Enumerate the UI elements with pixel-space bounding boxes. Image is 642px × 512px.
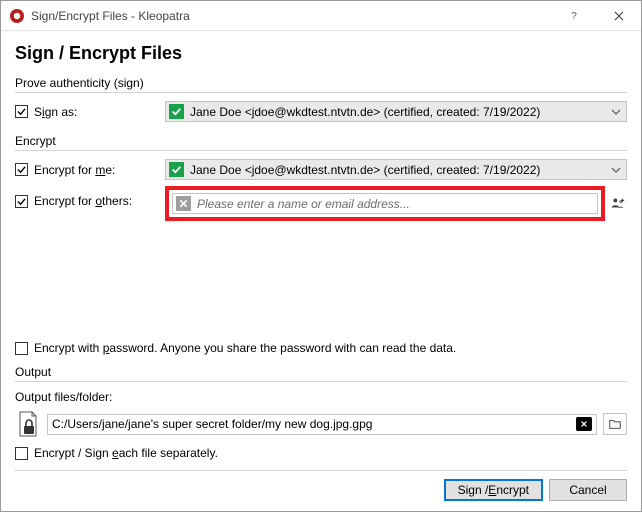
- dialog-footer: Sign / Encrypt Cancel: [15, 479, 627, 505]
- encrypt-others-input[interactable]: Please enter a name or email address...: [172, 193, 598, 214]
- separator: [15, 470, 627, 471]
- each-file-row: Encrypt / Sign each file separately.: [15, 446, 627, 460]
- encrypt-me-row: Encrypt for me: Jane Doe <jdoe@wkdtest.n…: [15, 159, 627, 180]
- output-row: C:/Users/jane/jane's super secret folder…: [15, 410, 627, 438]
- output-path-label: Output files/folder:: [15, 390, 627, 404]
- titlebar: Sign/Encrypt Files - Kleopatra ?: [1, 1, 641, 31]
- output-path-input[interactable]: C:/Users/jane/jane's super secret folder…: [47, 414, 597, 435]
- sign-as-checkbox[interactable]: [15, 105, 28, 118]
- svg-text:?: ?: [571, 11, 577, 21]
- chevron-down-icon: [608, 165, 624, 175]
- page-title: Sign / Encrypt Files: [15, 43, 627, 64]
- separator: [15, 92, 627, 93]
- sign-as-label: Sign as:: [34, 105, 77, 119]
- encrypt-others-label: Encrypt for others:: [34, 194, 132, 208]
- dialog-body: Sign / Encrypt Files Prove authenticity …: [1, 31, 641, 511]
- sign-as-value: Jane Doe <jdoe@wkdtest.ntvtn.de> (certif…: [190, 105, 540, 119]
- sign-as-row: Sign as: Jane Doe <jdoe@wkdtest.ntvtn.de…: [15, 101, 627, 122]
- encrypt-others-row: Encrypt for others: Please enter a name …: [15, 186, 627, 221]
- sign-encrypt-dialog: Sign/Encrypt Files - Kleopatra ? Sign / …: [0, 0, 642, 512]
- invalid-icon: [176, 196, 191, 211]
- encrypt-others-highlight: Please enter a name or email address...: [165, 186, 605, 221]
- encrypt-me-checkbox[interactable]: [15, 163, 28, 176]
- add-recipient-button[interactable]: [609, 195, 627, 213]
- each-file-checkbox[interactable]: [15, 447, 28, 460]
- group-sign-label: Prove authenticity (sign): [15, 76, 627, 90]
- encrypt-me-value: Jane Doe <jdoe@wkdtest.ntvtn.de> (certif…: [190, 163, 540, 177]
- kleopatra-icon: [9, 8, 25, 24]
- separator: [15, 381, 627, 382]
- chevron-down-icon: [608, 107, 624, 117]
- separator: [15, 150, 627, 151]
- encrypt-others-placeholder: Please enter a name or email address...: [197, 197, 410, 211]
- encrypt-others-checkbox[interactable]: [15, 195, 28, 208]
- browse-output-button[interactable]: [603, 413, 627, 435]
- sign-as-combo[interactable]: Jane Doe <jdoe@wkdtest.ntvtn.de> (certif…: [165, 101, 627, 122]
- encrypt-password-label: Encrypt with password. Anyone you share …: [34, 341, 456, 355]
- help-button[interactable]: ?: [551, 1, 596, 30]
- encrypt-password-checkbox[interactable]: [15, 342, 28, 355]
- cancel-button[interactable]: Cancel: [549, 479, 627, 501]
- encrypt-me-combo[interactable]: Jane Doe <jdoe@wkdtest.ntvtn.de> (certif…: [165, 159, 627, 180]
- check-icon: [169, 104, 184, 119]
- each-file-label: Encrypt / Sign each file separately.: [34, 446, 218, 460]
- sign-encrypt-button[interactable]: Sign / Encrypt: [444, 479, 543, 501]
- close-button[interactable]: [596, 1, 641, 30]
- encrypt-me-label: Encrypt for me:: [34, 163, 115, 177]
- encrypt-password-row: Encrypt with password. Anyone you share …: [15, 341, 627, 355]
- window-controls: ?: [551, 1, 641, 30]
- group-output-label: Output: [15, 365, 627, 379]
- output-path-value: C:/Users/jane/jane's super secret folder…: [52, 417, 570, 431]
- clear-output-button[interactable]: [576, 417, 592, 431]
- encrypted-file-icon: [15, 410, 41, 438]
- check-icon: [169, 162, 184, 177]
- group-encrypt-label: Encrypt: [15, 134, 627, 148]
- window-title: Sign/Encrypt Files - Kleopatra: [31, 9, 551, 23]
